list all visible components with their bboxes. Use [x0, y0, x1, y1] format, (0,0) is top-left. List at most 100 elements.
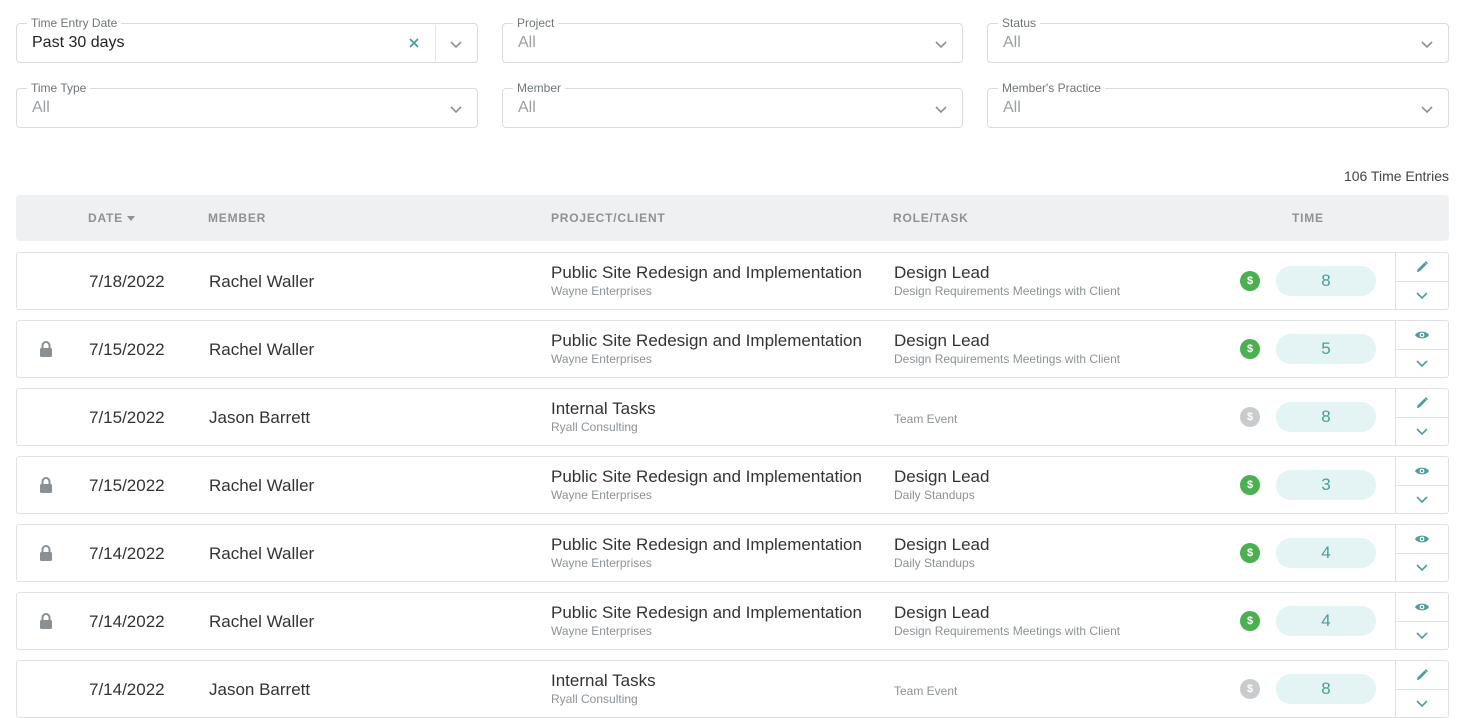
row-hours: 4: [1276, 538, 1376, 568]
row-client: Wayne Enterprises: [551, 352, 652, 366]
column-role-task[interactable]: ROLE/TASK: [893, 211, 969, 225]
time-entry-date-filter[interactable]: Time Entry Date Past 30 days: [16, 16, 478, 63]
row-project: Public Site Redesign and Implementation: [551, 603, 862, 622]
chevron-down-icon[interactable]: [1414, 356, 1430, 370]
eye-icon[interactable]: [1414, 600, 1430, 614]
billable-icon: $: [1240, 611, 1260, 631]
row-task: Design Requirements Meetings with Client: [894, 624, 1121, 638]
project-filter[interactable]: Project All: [502, 16, 963, 63]
row-task: Team Event: [894, 412, 958, 426]
filter-separator: [435, 25, 436, 61]
lock-icon: [40, 341, 52, 357]
actions-divider: [1396, 485, 1448, 486]
chevron-down-icon[interactable]: [1420, 37, 1434, 51]
actions-divider: [1396, 553, 1448, 554]
row-client: Ryall Consulting: [551, 692, 638, 706]
chevron-down-icon[interactable]: [1414, 560, 1430, 574]
members-practice-filter[interactable]: Member's Practice All: [987, 81, 1449, 128]
actions-divider: [1396, 621, 1448, 622]
column-time[interactable]: TIME: [1292, 211, 1324, 225]
chevron-down-icon[interactable]: [1414, 628, 1430, 642]
table-header: DATE MEMBER PROJECT/CLIENT ROLE/TASK TIM…: [16, 195, 1449, 241]
row-client: Wayne Enterprises: [551, 488, 652, 502]
project-label: Project: [513, 16, 559, 30]
eye-icon[interactable]: [1414, 328, 1430, 342]
chevron-down-icon[interactable]: [449, 37, 463, 51]
column-date[interactable]: DATE: [88, 211, 135, 225]
row-role: Design Lead: [894, 603, 990, 622]
row-member: Jason Barrett: [209, 408, 311, 427]
billable-icon: $: [1240, 407, 1260, 427]
row-member: Rachel Waller: [209, 476, 315, 495]
eye-icon[interactable]: [1414, 532, 1430, 546]
time-type-filter[interactable]: Time Type All: [16, 81, 478, 128]
row-client: Wayne Enterprises: [551, 284, 652, 298]
chevron-down-icon[interactable]: [1414, 696, 1430, 710]
time-type-label: Time Type: [27, 81, 91, 95]
lock-icon: [40, 477, 52, 493]
row-project: Public Site Redesign and Implementation: [551, 467, 862, 486]
table-row[interactable]: 7/14/2022 Jason Barrett Internal Tasks Ryal…: [16, 660, 1449, 718]
entries-count: 106 Time Entries: [1343, 168, 1449, 184]
actions-divider: [1396, 417, 1448, 418]
pencil-icon[interactable]: [1414, 668, 1430, 682]
members-practice-value: All: [1003, 99, 1021, 116]
time-entry-date-value: Past 30 days: [32, 34, 125, 51]
row-date: 7/14/2022: [89, 544, 165, 563]
members-practice-label: Member's Practice: [998, 81, 1105, 95]
billable-icon: $: [1240, 475, 1260, 495]
billable-icon: $: [1240, 679, 1260, 699]
row-client: Wayne Enterprises: [551, 556, 652, 570]
table-row[interactable]: 7/15/2022 Rachel Waller Public Site Redesi…: [16, 320, 1449, 378]
row-client: Wayne Enterprises: [551, 624, 652, 638]
pencil-icon[interactable]: [1414, 396, 1430, 410]
actions-divider: [1396, 349, 1448, 350]
chevron-down-icon[interactable]: [934, 102, 948, 116]
chevron-down-icon[interactable]: [1414, 424, 1430, 438]
status-filter[interactable]: Status All: [987, 16, 1449, 63]
table-row[interactable]: 7/15/2022 Rachel Waller Public Site Redesi…: [16, 456, 1449, 514]
row-member: Rachel Waller: [209, 272, 315, 291]
column-date-label: DATE: [88, 211, 123, 225]
chevron-down-icon[interactable]: [1414, 288, 1430, 302]
row-hours: 8: [1276, 266, 1376, 296]
row-project: Internal Tasks: [551, 671, 656, 690]
table-row[interactable]: 7/14/2022 Rachel Waller Public Site Redesi…: [16, 524, 1449, 582]
table-row[interactable]: 7/15/2022 Jason Barrett Internal Tasks Ryal…: [16, 388, 1449, 446]
column-project-client[interactable]: PROJECT/CLIENT: [551, 211, 666, 225]
pencil-icon[interactable]: [1414, 260, 1430, 274]
sort-desc-icon: [126, 216, 135, 221]
time-type-value: All: [32, 99, 50, 116]
actions-divider: [1396, 689, 1448, 690]
lock-icon: [40, 545, 52, 561]
chevron-down-icon[interactable]: [449, 102, 463, 116]
close-icon[interactable]: [407, 36, 421, 50]
billable-icon: $: [1240, 339, 1260, 359]
column-member[interactable]: MEMBER: [208, 211, 266, 225]
row-member: Rachel Waller: [209, 544, 315, 563]
row-role: Design Lead: [894, 331, 990, 350]
table-row[interactable]: 7/18/2022 Rachel Waller Public Site Redesi…: [16, 252, 1449, 310]
member-filter[interactable]: Member All: [502, 81, 963, 128]
row-actions: [1395, 389, 1448, 445]
row-date: 7/18/2022: [89, 272, 165, 291]
row-task: Design Requirements Meetings with Client: [894, 284, 1121, 298]
row-role: Design Lead: [894, 535, 990, 554]
row-actions: [1395, 457, 1448, 513]
actions-divider: [1396, 281, 1448, 282]
row-hours: 8: [1276, 674, 1376, 704]
row-member: Rachel Waller: [209, 612, 315, 631]
eye-icon[interactable]: [1414, 464, 1430, 478]
row-actions: [1395, 525, 1448, 581]
chevron-down-icon[interactable]: [934, 37, 948, 51]
row-member: Jason Barrett: [209, 680, 311, 699]
row-role: Design Lead: [894, 467, 990, 486]
chevron-down-icon[interactable]: [1414, 492, 1430, 506]
time-entry-date-label: Time Entry Date: [27, 16, 122, 30]
status-value: All: [1003, 34, 1021, 51]
row-project: Internal Tasks: [551, 399, 656, 418]
status-label: Status: [998, 16, 1041, 30]
row-member: Rachel Waller: [209, 340, 315, 359]
chevron-down-icon[interactable]: [1420, 102, 1434, 116]
table-row[interactable]: 7/14/2022 Rachel Waller Public Site Redesi…: [16, 592, 1449, 650]
